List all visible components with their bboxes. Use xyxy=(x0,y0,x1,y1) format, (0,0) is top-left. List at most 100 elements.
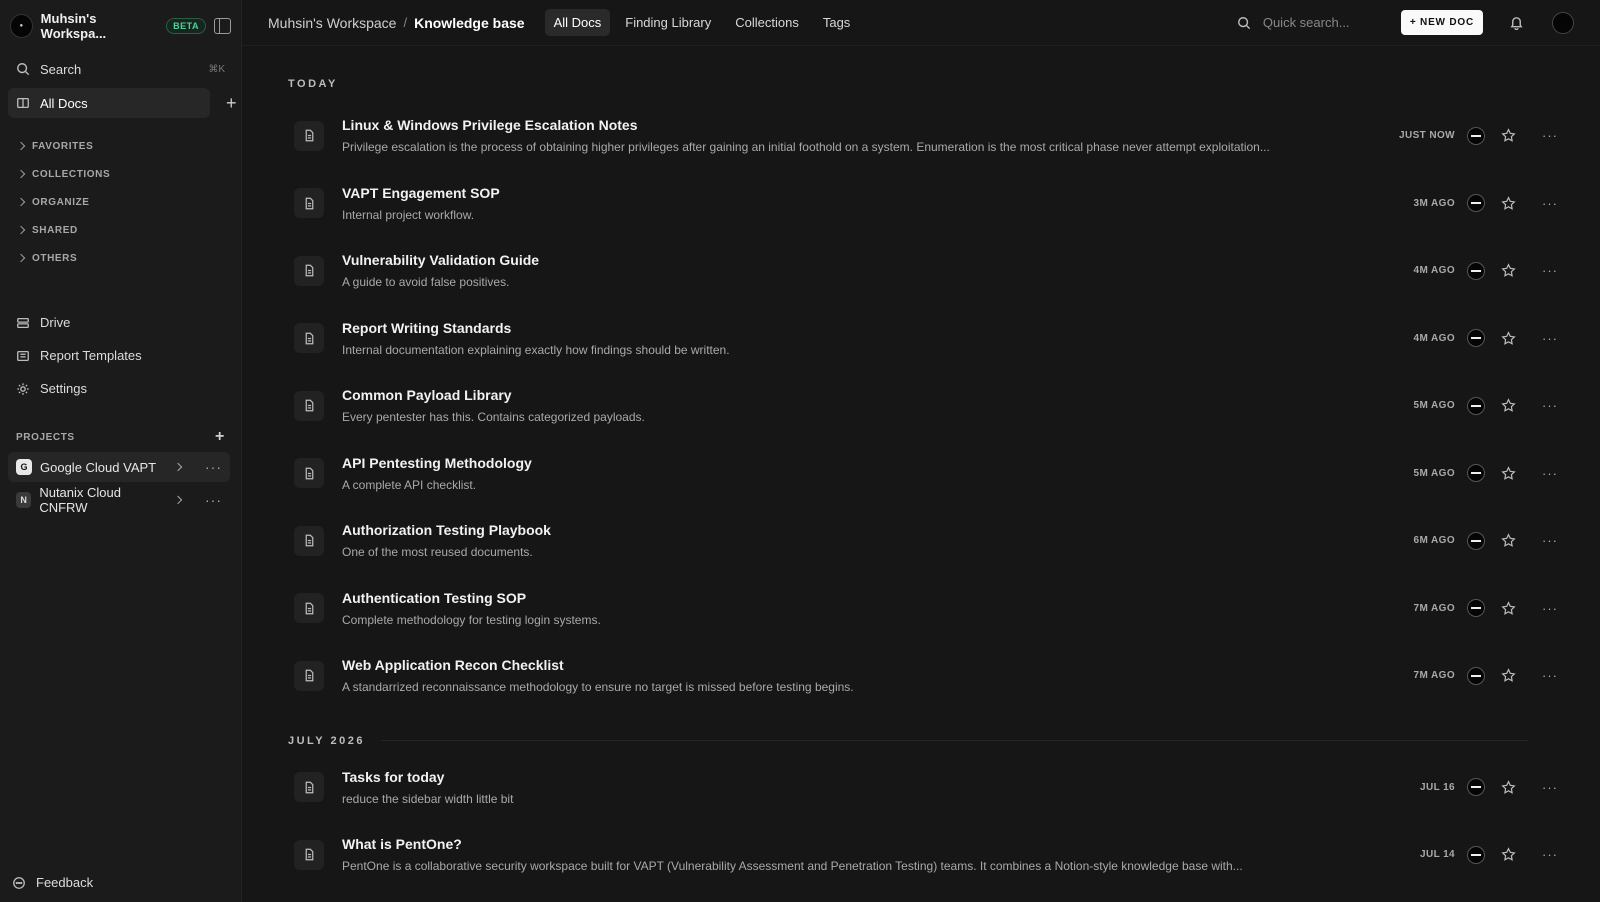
sidebar-section-others[interactable]: OTHERS xyxy=(0,244,241,272)
project-google-cloud-vapt[interactable]: G Google Cloud VAPT ··· xyxy=(8,452,230,482)
star-icon[interactable] xyxy=(1501,263,1516,278)
doc-row[interactable]: API Pentesting Methodology A complete AP… xyxy=(288,440,1558,508)
sidebar-item-all-docs[interactable]: All Docs xyxy=(8,88,210,118)
doc-text: API Pentesting Methodology A complete AP… xyxy=(342,455,1365,492)
doc-description: Internal project workflow. xyxy=(342,207,475,222)
new-doc-button[interactable]: + NEW DOC xyxy=(1400,10,1483,35)
doc-timestamp: 5M AGO xyxy=(1413,467,1455,479)
doc-row[interactable]: Common Payload Library Every pentester h… xyxy=(288,372,1558,440)
more-icon[interactable]: ··· xyxy=(1542,847,1558,862)
sidebar: ● Muhsin's Workspa... BETA Search ⌘K All… xyxy=(0,0,242,902)
sidebar-section-shared[interactable]: SHARED xyxy=(0,216,241,244)
search-label: Search xyxy=(40,61,82,77)
more-icon[interactable]: ··· xyxy=(1542,780,1558,795)
more-icon[interactable]: ··· xyxy=(205,492,222,508)
star-icon[interactable] xyxy=(1501,196,1516,211)
doc-title[interactable]: Report Writing Standards xyxy=(342,320,1365,336)
doc-title[interactable]: Tasks for today xyxy=(342,769,1365,785)
main-content: Muhsin's Workspace / Knowledge base All … xyxy=(242,0,1600,902)
quick-search[interactable]: Quick search... xyxy=(1237,15,1387,30)
add-project-icon[interactable]: + xyxy=(215,429,225,445)
doc-title[interactable]: Vulnerability Validation Guide xyxy=(342,252,1365,268)
doc-timestamp: 7M AGO xyxy=(1413,670,1455,682)
project-nutanix-cloud-cnfrw[interactable]: N Nutanix Cloud CNFRW ··· xyxy=(8,485,230,515)
doc-title[interactable]: What is PentOne? xyxy=(342,836,1365,852)
doc-title[interactable]: Web Application Recon Checklist xyxy=(342,657,1365,673)
doc-title[interactable]: Authorization Testing Playbook xyxy=(342,522,1365,538)
doc-text: VAPT Engagement SOP Internal project wor… xyxy=(342,185,1365,222)
workspace-name[interactable]: Muhsin's Workspa... xyxy=(41,11,158,41)
more-icon[interactable]: ··· xyxy=(1542,331,1558,346)
sidebar-section-organize[interactable]: ORGANIZE xyxy=(0,188,241,216)
doc-description: Internal documentation explaining exactl… xyxy=(342,342,730,357)
bell-icon[interactable] xyxy=(1509,15,1524,30)
chevron-right-icon[interactable] xyxy=(173,495,183,505)
sidebar-section-collections[interactable]: COLLECTIONS xyxy=(0,160,241,188)
doc-title[interactable]: API Pentesting Methodology xyxy=(342,455,1365,471)
star-icon[interactable] xyxy=(1501,466,1516,481)
author-avatar xyxy=(1467,126,1485,145)
tab-collections[interactable]: Collections xyxy=(726,9,808,36)
more-icon[interactable]: ··· xyxy=(1542,196,1558,211)
tab-tags[interactable]: Tags xyxy=(814,9,859,36)
sidebar-item-report-templates[interactable]: Report Templates xyxy=(0,339,241,372)
star-icon[interactable] xyxy=(1501,668,1516,683)
doc-title[interactable]: VAPT Engagement SOP xyxy=(342,185,1365,201)
templates-icon xyxy=(16,349,30,363)
doc-title[interactable]: Linux & Windows Privilege Escalation Not… xyxy=(342,117,1365,133)
project-label: Google Cloud VAPT xyxy=(40,459,157,475)
doc-title[interactable]: Authentication Testing SOP xyxy=(342,590,1365,606)
beta-badge: BETA xyxy=(166,18,206,34)
more-icon[interactable]: ··· xyxy=(1542,601,1558,616)
breadcrumb-root[interactable]: Muhsin's Workspace xyxy=(268,15,396,31)
more-icon[interactable]: ··· xyxy=(205,459,222,475)
doc-meta: 5M AGO ··· xyxy=(1365,396,1558,415)
doc-meta: 3M AGO ··· xyxy=(1365,194,1558,213)
star-icon[interactable] xyxy=(1501,128,1516,143)
star-icon[interactable] xyxy=(1501,847,1516,862)
more-icon[interactable]: ··· xyxy=(1542,533,1558,548)
star-icon[interactable] xyxy=(1501,533,1516,548)
doc-text: Report Writing Standards Internal docume… xyxy=(342,320,1365,357)
author-avatar xyxy=(1467,261,1485,280)
workspace-logo[interactable]: ● xyxy=(10,14,33,38)
feedback-button[interactable]: Feedback xyxy=(12,875,93,890)
doc-row[interactable]: Report Writing Standards Internal docume… xyxy=(288,305,1558,373)
star-icon[interactable] xyxy=(1501,601,1516,616)
doc-row[interactable]: Tasks for today reduce the sidebar width… xyxy=(288,754,1558,822)
doc-row[interactable]: VAPT Engagement SOP Internal project wor… xyxy=(288,170,1558,238)
doc-row[interactable]: Web Application Recon Checklist A standa… xyxy=(288,642,1558,710)
doc-row[interactable]: Linux & Windows Privilege Escalation Not… xyxy=(288,102,1558,170)
star-icon[interactable] xyxy=(1501,780,1516,795)
doc-row[interactable]: Vulnerability Validation Guide A guide t… xyxy=(288,237,1558,305)
sidebar-section-favorites[interactable]: FAVORITES xyxy=(0,132,241,160)
chevron-right-icon[interactable] xyxy=(173,462,183,472)
more-icon[interactable]: ··· xyxy=(1542,128,1558,143)
workspace-header: ● Muhsin's Workspa... BETA xyxy=(0,0,241,52)
star-icon[interactable] xyxy=(1501,398,1516,413)
sidebar-search[interactable]: Search ⌘K xyxy=(0,54,241,84)
document-icon xyxy=(294,772,324,803)
user-avatar[interactable] xyxy=(1552,11,1574,34)
sidebar-item-settings[interactable]: Settings xyxy=(0,372,241,405)
doc-title[interactable]: Common Payload Library xyxy=(342,387,1365,403)
add-doc-icon[interactable]: + xyxy=(226,94,237,112)
more-icon[interactable]: ··· xyxy=(1542,398,1558,413)
doc-row[interactable]: What is PentOne? PentOne is a collaborat… xyxy=(288,821,1558,889)
tab-finding-library[interactable]: Finding Library xyxy=(616,9,720,36)
book-icon xyxy=(16,96,30,110)
doc-row[interactable]: Authorization Testing Playbook One of th… xyxy=(288,507,1558,575)
sidebar-item-drive[interactable]: Drive xyxy=(0,306,241,339)
doc-timestamp: JUST NOW xyxy=(1399,130,1455,142)
doc-row[interactable]: Authentication Testing SOP Complete meth… xyxy=(288,575,1558,643)
tab-all-docs[interactable]: All Docs xyxy=(544,9,611,36)
more-icon[interactable]: ··· xyxy=(1542,263,1558,278)
topbar: Muhsin's Workspace / Knowledge base All … xyxy=(242,0,1600,46)
doc-timestamp: JUL 16 xyxy=(1419,781,1455,793)
quick-search-placeholder: Quick search... xyxy=(1262,15,1350,30)
more-icon[interactable]: ··· xyxy=(1542,466,1558,481)
star-icon[interactable] xyxy=(1501,331,1516,346)
breadcrumb-current[interactable]: Knowledge base xyxy=(414,15,524,31)
more-icon[interactable]: ··· xyxy=(1542,668,1558,683)
sidebar-toggle-icon[interactable] xyxy=(213,18,231,34)
